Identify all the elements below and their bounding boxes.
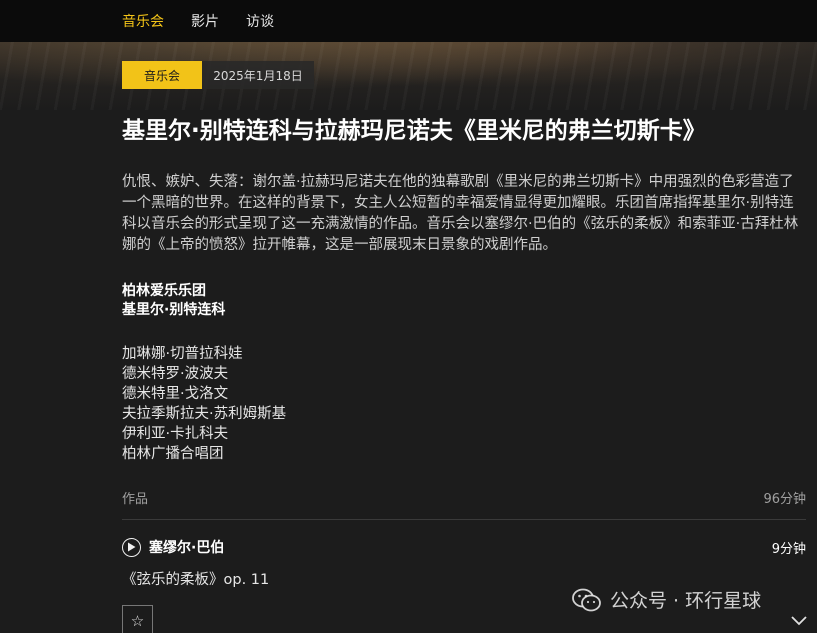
performer-item: 伊利亚·卡扎科夫 [122, 426, 229, 442]
performer-list: 加琳娜·切普拉科娃 德米特罗·波波夫 德米特里·戈洛文 夫拉季斯拉夫·苏利姆斯基… [122, 344, 286, 464]
orchestra-name: 柏林爱乐乐团 [122, 283, 206, 299]
ensemble: 柏林爱乐乐团 基里尔·别特连科 [122, 282, 225, 320]
play-circle-icon[interactable] [122, 537, 141, 557]
performer-item: 加琳娜·切普拉科娃 [122, 346, 243, 362]
page-title: 基里尔·别特连科与拉赫玛尼诺夫《里米尼的弗兰切斯卡》 [122, 118, 706, 144]
wechat-icon [572, 588, 602, 612]
page: 音乐会 影片 访谈 音乐会 2025年1月18日 基里尔·别特连科与拉赫玛尼诺夫… [0, 0, 817, 633]
nav-item-interviews[interactable]: 访谈 [246, 11, 274, 31]
work-duration: 9分钟 [771, 541, 806, 557]
performer-item: 夫拉季斯拉夫·苏利姆斯基 [122, 406, 287, 422]
work-left: 塞缪尔·巴伯 [122, 537, 224, 557]
category-badge[interactable]: 音乐会 [122, 61, 202, 89]
watermark-text: 公众号 · 环行星球 [610, 590, 762, 612]
performer-item: 德米特罗·波波夫 [122, 366, 229, 382]
works-header: 作品 96分钟 [122, 488, 806, 507]
performer-item: 柏林广播合唱团 [122, 446, 224, 462]
performer-item: 德米特里·戈洛文 [122, 386, 229, 402]
star-outline-icon: ☆ [130, 611, 145, 630]
date-badge: 2025年1月18日 [202, 61, 314, 89]
top-nav: 音乐会 影片 访谈 [0, 0, 817, 42]
works-label: 作品 [122, 492, 149, 507]
works-total-duration: 96分钟 [763, 492, 806, 507]
meta-row: 音乐会 2025年1月18日 [122, 61, 314, 89]
chevron-down-icon[interactable] [789, 610, 809, 630]
work-title: 《弦乐的柔板》op. 11 [122, 572, 270, 588]
description: 仇恨、嫉妒、失落：谢尔盖·拉赫玛尼诺夫在他的独幕歌剧《里米尼的弗兰切斯卡》中用强… [122, 174, 799, 253]
work-row[interactable]: 塞缪尔·巴伯 9分钟 [122, 537, 806, 557]
conductor-name: 基里尔·别特连科 [122, 302, 226, 318]
nav-item-concerts[interactable]: 音乐会 [122, 11, 164, 31]
divider [122, 519, 806, 520]
watermark: 公众号 · 环行星球 [572, 586, 761, 613]
nav-item-films[interactable]: 影片 [191, 11, 219, 31]
work-composer: 塞缪尔·巴伯 [149, 540, 225, 556]
favorite-button[interactable]: ☆ [122, 605, 153, 633]
